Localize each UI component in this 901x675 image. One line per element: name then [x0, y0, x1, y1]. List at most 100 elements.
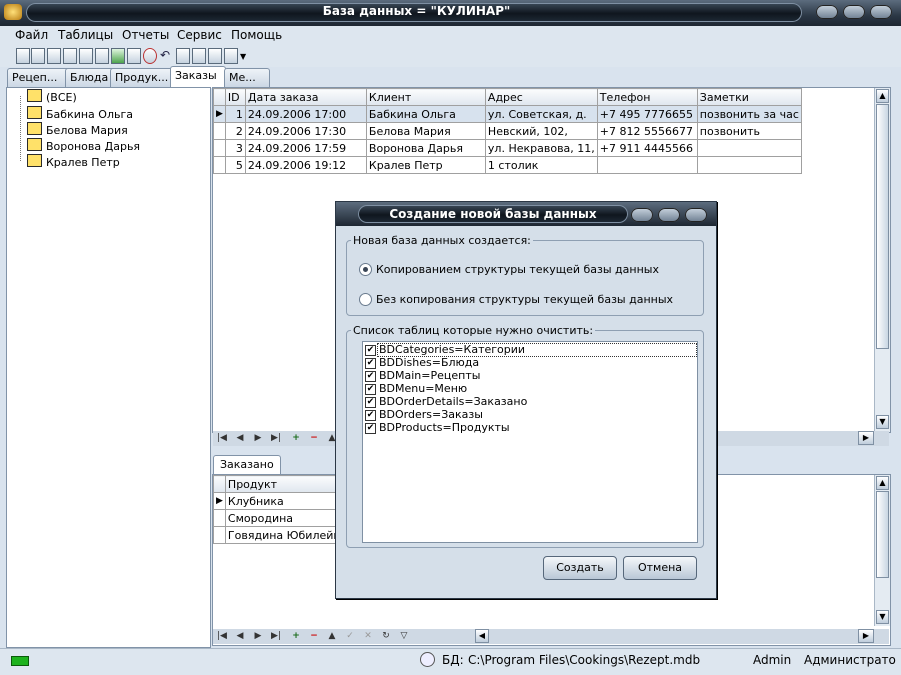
dialog-title-bar: Создание новой базы данных [336, 202, 716, 226]
dropdown-arrow-icon[interactable]: ▼ [240, 52, 252, 66]
table-checkbox-label[interactable]: BDOrders=Заказы [379, 408, 483, 421]
table-checkbox[interactable]: ✔ [365, 358, 376, 369]
table-row[interactable]: 3 24.09.2006 17:59 Воронова Дарья ул. Не… [213, 139, 802, 157]
tab-products[interactable]: Продук... [110, 68, 177, 87]
table-checkbox[interactable]: ✔ [365, 423, 376, 434]
nav-first-icon[interactable]: |◀ [215, 432, 229, 445]
undo-icon[interactable]: ↶ [160, 48, 172, 62]
table-checkbox[interactable]: ✔ [365, 345, 376, 356]
nav-cancel-icon[interactable]: ✕ [361, 630, 375, 643]
tab-ordered[interactable]: Заказано [213, 455, 281, 474]
copy-structure-label[interactable]: Копированием структуры текущей базы данн… [376, 263, 659, 276]
hscroll-left-icon[interactable]: ◀ [475, 629, 489, 643]
col-header-notes[interactable]: Заметки [696, 88, 802, 106]
nav-refresh-icon[interactable]: ↻ [379, 630, 393, 643]
table-checkbox-label[interactable]: BDProducts=Продукты [379, 421, 510, 434]
tree-item-all[interactable]: (ВСЕ) [27, 89, 77, 104]
table-checkbox[interactable]: ✔ [365, 397, 376, 408]
nav-last-icon[interactable]: ▶| [269, 630, 283, 643]
copy-structure-radio[interactable] [359, 263, 372, 276]
hscroll-right-icon[interactable]: ▶ [858, 629, 874, 643]
no-copy-structure-label[interactable]: Без копирования структуры текущей базы д… [376, 293, 673, 306]
list-icon[interactable] [63, 48, 77, 64]
word-export-icon[interactable] [95, 48, 109, 64]
table-checkbox-label[interactable]: BDDishes=Блюда [379, 356, 479, 369]
maximize-button[interactable] [843, 5, 865, 19]
scroll-up-icon[interactable]: ▲ [876, 476, 889, 490]
table-row[interactable]: 5 24.09.2006 19:12 Кралев Петр 1 столик [213, 156, 802, 174]
create-button[interactable]: Создать [543, 556, 617, 580]
table-checkbox[interactable]: ✔ [365, 384, 376, 395]
tab-orders[interactable]: Заказы [170, 66, 226, 88]
new-record-icon[interactable] [16, 48, 30, 64]
grid2-scrollbar[interactable]: ▲ ▼ [874, 475, 890, 626]
table-icon[interactable] [47, 48, 61, 64]
menu-file[interactable]: Файл [15, 28, 48, 42]
table-checkbox-label[interactable]: BDCategories=Категории [379, 343, 525, 356]
scroll-down-icon[interactable]: ▼ [876, 415, 889, 429]
tables-checklist[interactable]: ✔ BDCategories=Категории ✔ BDDishes=Блюда … [362, 341, 698, 543]
tree-item[interactable]: Кралев Петр [27, 154, 120, 169]
print-icon[interactable] [79, 48, 93, 64]
dialog-title: Создание новой базы данных [389, 207, 597, 221]
nav-delete-icon[interactable]: − [307, 630, 321, 643]
scroll-down-icon[interactable]: ▼ [876, 610, 889, 624]
dialog-minimize-button[interactable] [631, 208, 653, 222]
nav-next-icon[interactable]: ▶ [251, 630, 265, 643]
tree-item[interactable]: Воронова Дарья [27, 138, 140, 153]
col-header-phone[interactable]: Телефон [596, 88, 698, 106]
nav-post-icon[interactable]: ✓ [343, 630, 357, 643]
menu-reports[interactable]: Отчеты [122, 28, 169, 42]
table-row[interactable]: ▶ 1 24.09.2006 17:00 Бабкина Ольга ул. С… [213, 105, 802, 123]
nav-delete-icon[interactable]: − [307, 432, 321, 445]
col-header-client[interactable]: Клиент [365, 88, 486, 106]
nav-last-icon[interactable]: ▶| [269, 432, 283, 445]
close-button[interactable] [870, 5, 892, 19]
table-checkbox-label[interactable]: BDOrderDetails=Заказано [379, 395, 527, 408]
col-header-address[interactable]: Адрес [484, 88, 598, 106]
binoculars-icon[interactable] [192, 48, 206, 64]
dialog-close-button[interactable] [685, 208, 707, 222]
card-icon[interactable] [208, 48, 222, 64]
nav-filter-icon[interactable]: ▽ [397, 630, 411, 643]
grid-corner[interactable] [213, 475, 226, 493]
clock-icon[interactable] [143, 48, 157, 64]
scroll-thumb[interactable] [876, 491, 889, 578]
grid-scrollbar[interactable]: ▲ ▼ [874, 88, 890, 432]
scroll-thumb[interactable] [876, 104, 889, 349]
menu-service[interactable]: Сервис [177, 28, 222, 42]
dialog-maximize-button[interactable] [658, 208, 680, 222]
tab-dishes[interactable]: Блюда [65, 68, 116, 87]
tree-icon[interactable] [176, 48, 190, 64]
tab-menu[interactable]: Ме... [224, 68, 270, 87]
tab-recipes[interactable]: Рецеп... [7, 68, 70, 87]
table-checkbox[interactable]: ✔ [365, 371, 376, 382]
menu-help[interactable]: Помощь [231, 28, 282, 42]
chart-icon[interactable] [224, 48, 238, 64]
nav-edit-icon[interactable]: ▲ [325, 630, 339, 643]
hscroll-right-icon[interactable]: ▶ [858, 431, 874, 445]
minimize-button[interactable] [816, 5, 838, 19]
tree-item[interactable]: Бабкина Ольга [27, 106, 133, 121]
nav-add-icon[interactable]: + [289, 432, 303, 445]
table-row[interactable]: 2 24.09.2006 17:30 Белова Мария Невский,… [213, 122, 802, 140]
col-header-id[interactable]: ID [224, 88, 246, 106]
excel-export-icon[interactable] [111, 48, 125, 64]
cancel-button[interactable]: Отмена [623, 556, 697, 580]
col-header-date[interactable]: Дата заказа [244, 88, 367, 106]
nav-next-icon[interactable]: ▶ [251, 432, 265, 445]
table-checkbox-label[interactable]: BDMain=Рецепты [379, 369, 480, 382]
menu-tables[interactable]: Таблицы [58, 28, 113, 42]
nav-add-icon[interactable]: + [289, 630, 303, 643]
edit-icon[interactable] [31, 48, 45, 64]
clipboard-icon[interactable] [127, 48, 141, 64]
nav-first-icon[interactable]: |◀ [215, 630, 229, 643]
scroll-up-icon[interactable]: ▲ [876, 89, 889, 103]
no-copy-structure-radio[interactable] [359, 293, 372, 306]
grid-corner[interactable] [213, 88, 226, 106]
table-checkbox-label[interactable]: BDMenu=Меню [379, 382, 467, 395]
table-checkbox[interactable]: ✔ [365, 410, 376, 421]
nav-prev-icon[interactable]: ◀ [233, 630, 247, 643]
tree-item[interactable]: Белова Мария [27, 122, 128, 137]
nav-prev-icon[interactable]: ◀ [233, 432, 247, 445]
